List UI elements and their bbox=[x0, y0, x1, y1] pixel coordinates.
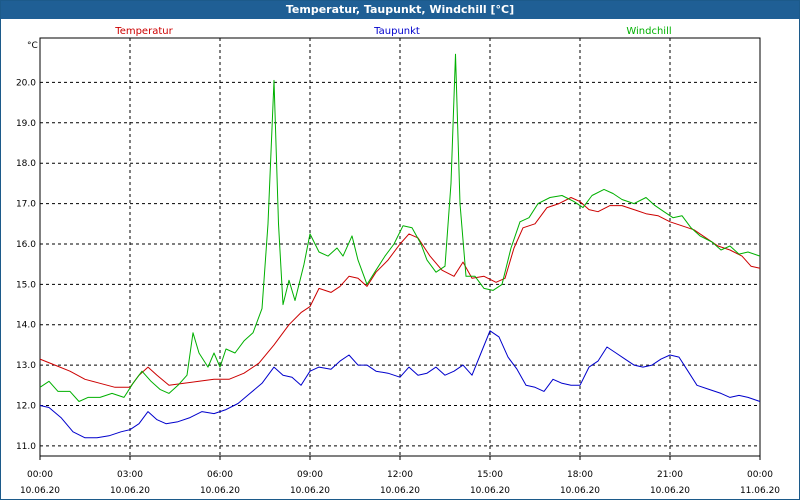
chart-svg: 11.0 12.0 13.0 14.0 15.0 16.0 17.0 18.0 19.0 20.0… bbox=[16, 26, 780, 496]
legend-windchill: Windchill bbox=[626, 26, 671, 37]
legend-temperatur: Temperatur bbox=[114, 26, 173, 37]
y-tick-label: 16.0 bbox=[16, 240, 36, 250]
y-tick-label: 12.0 bbox=[16, 402, 36, 412]
x-tick-date: 10.06.20 bbox=[290, 486, 330, 496]
x-tick-date: 10.06.20 bbox=[110, 486, 150, 496]
x-tick-date: 10.06.20 bbox=[380, 486, 420, 496]
y-tick-label: 19.0 bbox=[16, 119, 36, 129]
x-tick-time: 00:00 bbox=[747, 470, 773, 480]
x-tick-date: 11.06.20 bbox=[740, 486, 780, 496]
y-tick-label: 20.0 bbox=[16, 78, 36, 88]
legend: Temperatur Taupunkt Windchill bbox=[114, 26, 671, 37]
y-tick-label: 11.0 bbox=[16, 442, 36, 452]
y-tick-label: 17.0 bbox=[16, 200, 36, 210]
x-tick-date: 10.06.20 bbox=[200, 486, 240, 496]
x-tick-time: 06:00 bbox=[207, 470, 233, 480]
x-tick-time: 21:00 bbox=[657, 470, 683, 480]
x-tick-time: 09:00 bbox=[297, 470, 323, 480]
y-tick-label: 14.0 bbox=[16, 321, 36, 331]
x-tick-time: 12:00 bbox=[387, 470, 413, 480]
x-tick-time: 15:00 bbox=[477, 470, 503, 480]
x-tick-date: 10.06.20 bbox=[470, 486, 510, 496]
x-tick-date: 10.06.20 bbox=[20, 486, 60, 496]
x-tick-date: 10.06.20 bbox=[650, 486, 690, 496]
x-tick-time: 03:00 bbox=[117, 470, 143, 480]
y-axis-label: °C bbox=[27, 41, 38, 51]
x-tick-labels: 00:00 10.06.20 03:00 10.06.20 06:00 10.06.20 0… bbox=[20, 470, 780, 496]
x-tick-time: 18:00 bbox=[567, 470, 593, 480]
y-tick-label: 18.0 bbox=[16, 159, 36, 169]
x-tick-time: 00:00 bbox=[27, 470, 53, 480]
x-tick-date: 10.06.20 bbox=[560, 486, 600, 496]
y-tick-label: 15.0 bbox=[16, 280, 36, 290]
y-tick-label: 13.0 bbox=[16, 361, 36, 371]
grid-lines bbox=[39, 38, 761, 460]
y-tick-labels: 11.0 12.0 13.0 14.0 15.0 16.0 17.0 18.0 19.0 20.0 bbox=[16, 78, 36, 451]
legend-taupunkt: Taupunkt bbox=[373, 26, 420, 37]
